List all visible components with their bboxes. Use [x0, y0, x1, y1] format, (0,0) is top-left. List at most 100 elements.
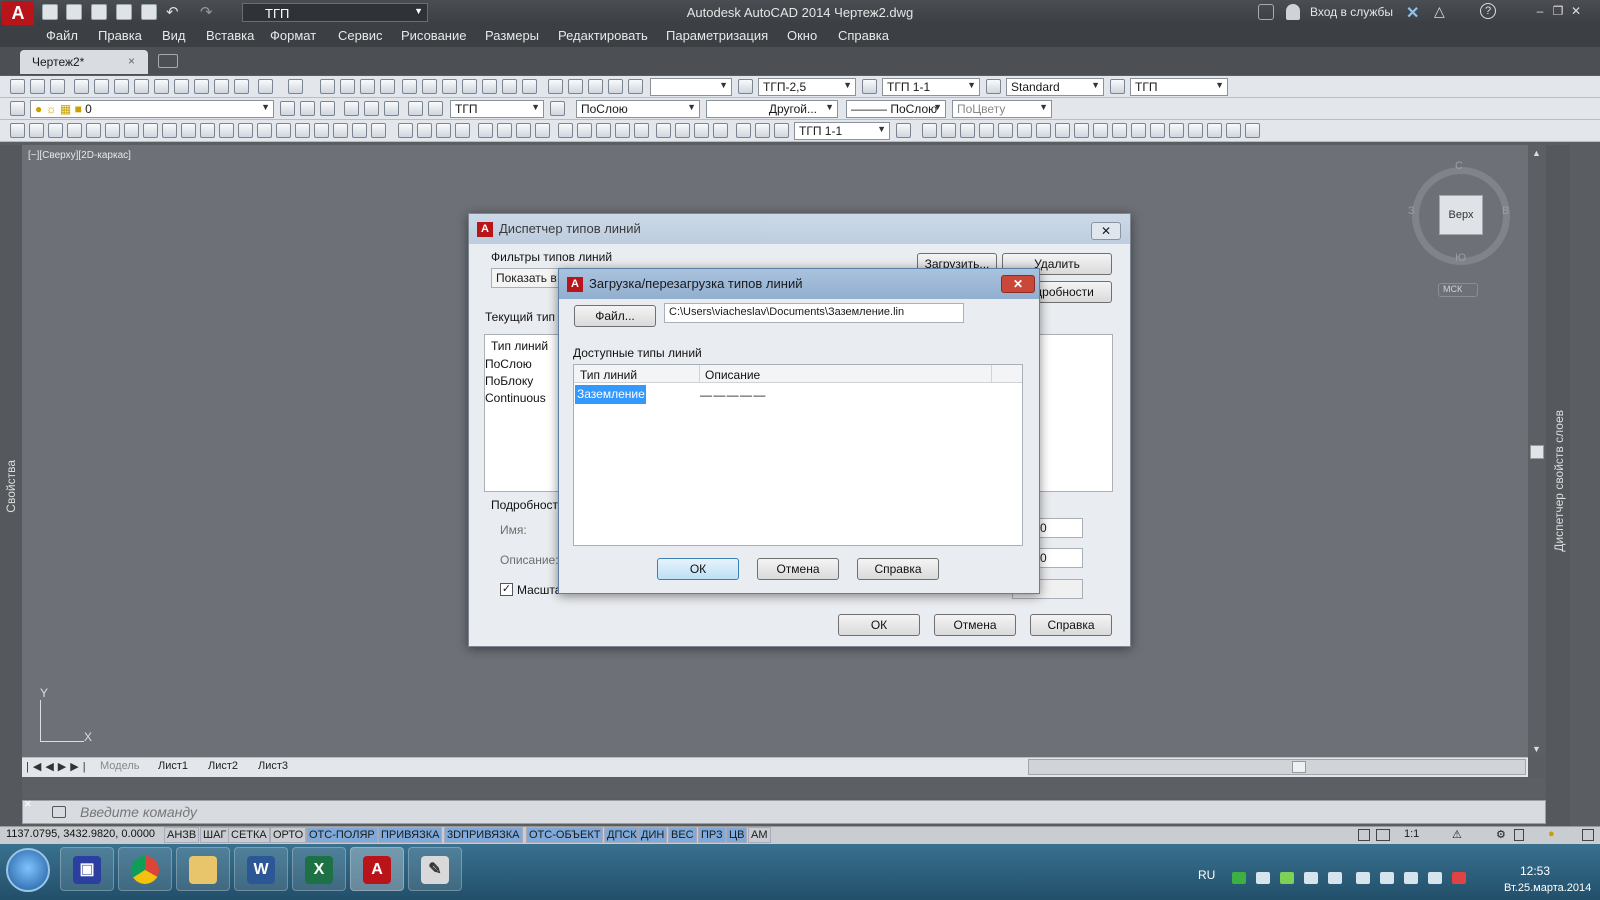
- signin-link[interactable]: Вход в службы: [1310, 5, 1393, 19]
- help-icon[interactable]: [522, 79, 537, 94]
- taskbar-paint[interactable]: ✎: [408, 847, 462, 891]
- dim-edit-icon[interactable]: [736, 123, 751, 138]
- jogged-dim-icon[interactable]: [497, 123, 512, 138]
- viewport-icon[interactable]: [548, 79, 563, 94]
- scroll-down-icon[interactable]: ▼: [1532, 744, 1541, 754]
- linear-dim-icon[interactable]: [398, 123, 413, 138]
- linetype-item[interactable]: Continuous: [485, 391, 546, 405]
- redo-icon[interactable]: ↷: [200, 3, 213, 21]
- polyline-icon[interactable]: [48, 123, 63, 138]
- lock-icon[interactable]: [1514, 829, 1524, 841]
- offset-icon[interactable]: [979, 123, 994, 138]
- toggle-tpy[interactable]: ПРЗ: [698, 827, 726, 843]
- toggle-3dosnap[interactable]: 3DПРИВЯЗКА: [444, 827, 523, 843]
- menu-parametric[interactable]: Параметризация: [666, 28, 768, 43]
- clock-time[interactable]: 12:53: [1520, 864, 1550, 878]
- hscroll-thumb[interactable]: [1292, 761, 1306, 773]
- block-editor-icon[interactable]: [234, 79, 249, 94]
- viewport-clip-icon[interactable]: [628, 79, 643, 94]
- toggle-infer[interactable]: АНЗВ: [164, 827, 200, 843]
- linetype-combo[interactable]: Другой... ▼: [706, 100, 838, 118]
- mleader-style-combo[interactable]: ТГП ▼: [1130, 78, 1228, 96]
- layout-nav-icons[interactable]: |◀◀▶▶|: [26, 760, 90, 773]
- toggle-ortho[interactable]: ОРТО: [270, 827, 307, 843]
- file-button[interactable]: Файл...: [574, 305, 656, 327]
- break-icon[interactable]: [1150, 123, 1165, 138]
- layer-properties-icon[interactable]: [10, 101, 25, 116]
- menu-format[interactable]: Формат: [270, 28, 316, 43]
- extend-icon[interactable]: [1112, 123, 1127, 138]
- cut-icon[interactable]: [154, 79, 169, 94]
- dim-update-icon[interactable]: [774, 123, 789, 138]
- undo-icon[interactable]: ↶: [166, 3, 179, 21]
- dim-style-manager-icon[interactable]: [896, 123, 911, 138]
- erase-icon[interactable]: [922, 123, 937, 138]
- close-icon[interactable]: ✕: [1001, 275, 1035, 293]
- aligned-dim-icon[interactable]: [417, 123, 432, 138]
- binoculars-icon[interactable]: [1258, 4, 1274, 20]
- add-selected-icon[interactable]: [371, 123, 386, 138]
- a360-icon[interactable]: △: [1434, 3, 1445, 20]
- taskbar-excel[interactable]: X: [292, 847, 346, 891]
- cancel-button[interactable]: Отмена: [757, 558, 839, 580]
- file-path-field[interactable]: C:\Users\viacheslav\Documents\Заземление…: [664, 303, 964, 323]
- copy-icon[interactable]: [174, 79, 189, 94]
- tray-display-icon[interactable]: [1304, 872, 1318, 884]
- viewport-polygonal-icon[interactable]: [588, 79, 603, 94]
- preview-icon[interactable]: [94, 79, 109, 94]
- linetype-item[interactable]: ПоСлою: [485, 357, 532, 371]
- save-icon[interactable]: [50, 79, 65, 94]
- zoom-window-icon[interactable]: [360, 79, 375, 94]
- tab-model[interactable]: Модель: [100, 760, 139, 772]
- text-style-combo[interactable]: ТГП-2,5 ▼: [758, 78, 856, 96]
- table-icon[interactable]: [333, 123, 348, 138]
- make-current-layer-icon[interactable]: [280, 101, 295, 116]
- menu-edit[interactable]: Правка: [98, 28, 142, 43]
- menu-window[interactable]: Окно: [787, 28, 817, 43]
- layer-combo[interactable]: ● ☼ ▦ ■ 0 ▼: [30, 100, 274, 118]
- taskbar-chrome[interactable]: [118, 847, 172, 891]
- match-properties-icon[interactable]: [214, 79, 229, 94]
- layer-state-icon[interactable]: [320, 101, 335, 116]
- tab-layout1[interactable]: Лист1: [158, 760, 188, 772]
- compass-west[interactable]: З: [1408, 205, 1415, 217]
- arc-length-icon[interactable]: [436, 123, 451, 138]
- join-icon[interactable]: [1169, 123, 1184, 138]
- tab-layout3[interactable]: Лист3: [258, 760, 288, 772]
- help-button[interactable]: Справка: [857, 558, 939, 580]
- explode-icon[interactable]: [1245, 123, 1260, 138]
- ellipse-icon[interactable]: [181, 123, 196, 138]
- tray-signal-icon[interactable]: [1428, 872, 1442, 884]
- toggle-osnap[interactable]: ПРИВЯЗКА: [378, 827, 443, 843]
- copy-object-icon[interactable]: [941, 123, 956, 138]
- ordinate-dim-icon[interactable]: [455, 123, 470, 138]
- construction-line-icon[interactable]: [29, 123, 44, 138]
- menu-help[interactable]: Справка: [838, 28, 889, 43]
- compass-east[interactable]: В: [1502, 205, 1509, 217]
- diameter-dim-icon[interactable]: [516, 123, 531, 138]
- dim-space-icon[interactable]: [615, 123, 630, 138]
- current-scale-field[interactable]: 0: [1035, 548, 1083, 568]
- scale-checkbox[interactable]: ✓: [500, 583, 513, 596]
- open-icon[interactable]: [30, 79, 45, 94]
- tool-palettes-icon[interactable]: [442, 79, 457, 94]
- break-at-point-icon[interactable]: [1131, 123, 1146, 138]
- language-indicator[interactable]: RU: [1198, 868, 1215, 882]
- dim-break-icon[interactable]: [634, 123, 649, 138]
- clean-screen-icon[interactable]: [1582, 829, 1594, 841]
- 3dprint-icon[interactable]: [134, 79, 149, 94]
- baseline-dim-icon[interactable]: [577, 123, 592, 138]
- spline-icon[interactable]: [162, 123, 177, 138]
- dim-style-combo[interactable]: ТГП 1-1 ▼: [882, 78, 980, 96]
- quick-dim-icon[interactable]: [558, 123, 573, 138]
- annotation-visibility-icon[interactable]: ⚠: [1452, 828, 1462, 841]
- paste-icon[interactable]: [194, 79, 209, 94]
- annotation-scale[interactable]: 1:1: [1404, 828, 1419, 840]
- wcs-menu[interactable]: МСК: [1438, 283, 1478, 297]
- tray-green-icon[interactable]: [1232, 872, 1246, 884]
- toggle-snap[interactable]: ШАГ: [200, 827, 230, 843]
- isolate-lightbulb-icon[interactable]: ●: [1548, 828, 1555, 840]
- viewport-object-icon[interactable]: [608, 79, 623, 94]
- save-icon[interactable]: [91, 4, 107, 20]
- table-style-icon[interactable]: [986, 79, 1001, 94]
